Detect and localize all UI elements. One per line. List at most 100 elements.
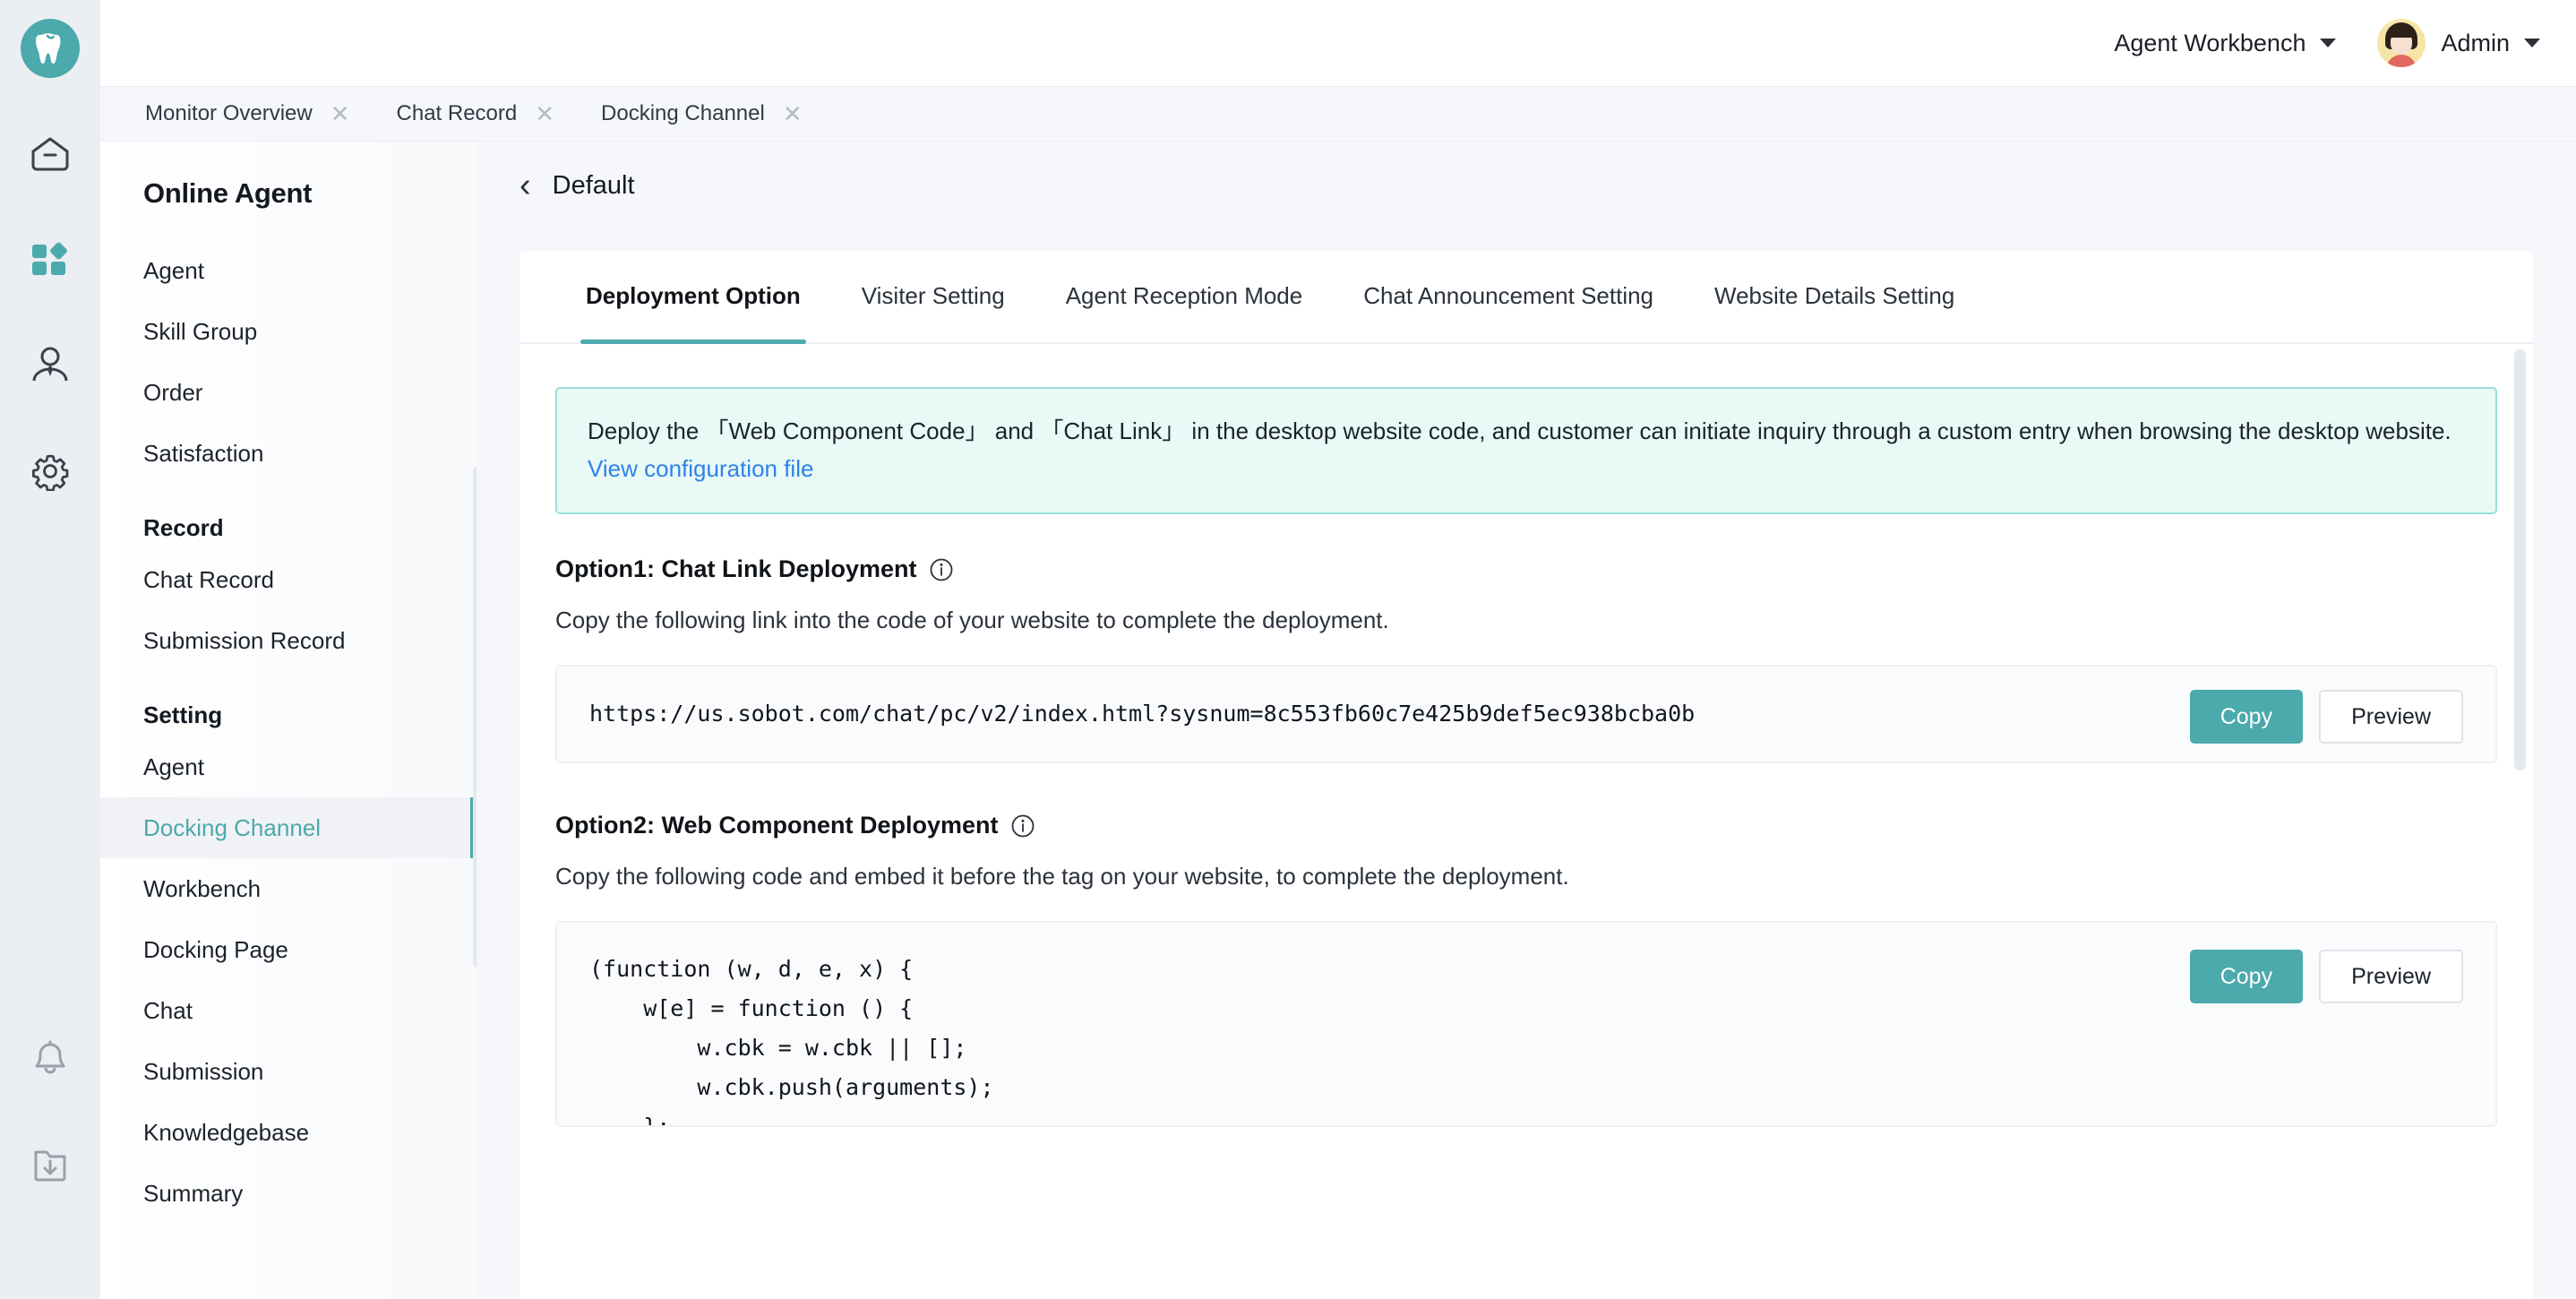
sidebar-item-label: Chat	[143, 997, 193, 1025]
tab-label: Visiter Setting	[862, 282, 1005, 310]
option1-title: Option1: Chat Link Deployment	[555, 555, 2533, 583]
rail-item-downloads[interactable]	[0, 1138, 100, 1193]
rail-item-workbench[interactable]	[0, 232, 100, 288]
avatar[interactable]	[2377, 19, 2426, 67]
tab-agent-reception-mode[interactable]: Agent Reception Mode	[1035, 251, 1334, 342]
info-banner-text: Deploy the 「Web Component Code」 and 「Cha…	[588, 412, 2465, 487]
info-circle-icon[interactable]	[1011, 814, 1035, 838]
sidebar-item-label: Agent	[143, 257, 204, 285]
option1-actions: Copy Preview	[2190, 690, 2463, 744]
window-tab-strip: Monitor Overview ✕ Chat Record ✕ Docking…	[100, 86, 2576, 142]
tab-label: Chat Announcement Setting	[1363, 282, 1653, 310]
avatar-body	[2386, 55, 2417, 67]
sidebar-item-agent[interactable]: Agent	[100, 240, 477, 301]
tooth-icon	[35, 31, 65, 65]
sidebar-item-label: Chat Record	[143, 566, 274, 594]
option2-title-text: Option2: Web Component Deployment	[555, 812, 999, 839]
option2-actions: Copy Preview	[2190, 950, 2463, 1003]
option1-title-text: Option1: Chat Link Deployment	[555, 555, 917, 583]
content-scrollbar[interactable]	[2514, 349, 2526, 770]
window-tab-docking-channel[interactable]: Docking Channel ✕	[578, 86, 826, 142]
sidebar-item-label: Submission Record	[143, 627, 345, 655]
close-icon[interactable]: ✕	[535, 102, 554, 125]
user-menu-label: Admin	[2441, 30, 2510, 57]
view-configuration-file-link[interactable]: View configuration file	[588, 455, 813, 482]
info-banner: Deploy the 「Web Component Code」 and 「Cha…	[555, 387, 2497, 514]
tab-label: Agent Reception Mode	[1066, 282, 1303, 310]
chevron-left-icon[interactable]: ‹	[519, 168, 531, 202]
tab-website-details-setting[interactable]: Website Details Setting	[1684, 251, 1985, 342]
web-component-code-value[interactable]: (function (w, d, e, x) { w[e] = function…	[589, 950, 2463, 1127]
window-tab-label: Monitor Overview	[145, 101, 313, 126]
sidebar-menu: Online Agent Agent Skill Group Order Sat…	[100, 142, 477, 1299]
sidebar-item-order[interactable]: Order	[100, 362, 477, 423]
folder-download-icon	[31, 1147, 69, 1184]
window-tab-monitor-overview[interactable]: Monitor Overview ✕	[122, 86, 374, 142]
content-tab-bar: Deployment Option Visiter Setting Agent …	[519, 251, 2533, 344]
app-window: Agent Workbench Admin Monitor Overview ✕…	[0, 0, 2576, 1299]
option1-code-box: https://us.sobot.com/chat/pc/v2/index.ht…	[555, 665, 2497, 763]
rail-bottom-icons	[0, 1032, 100, 1243]
sidebar-item-chat-record[interactable]: Chat Record	[100, 549, 477, 610]
rail-item-agent[interactable]	[0, 338, 100, 393]
rail-item-home[interactable]	[0, 126, 100, 182]
sidebar-item-label: Docking Channel	[143, 814, 321, 842]
close-icon[interactable]: ✕	[783, 102, 803, 125]
option2-copy-button[interactable]: Copy	[2190, 950, 2303, 1003]
tab-label: Deployment Option	[586, 282, 801, 310]
app-rail	[0, 0, 100, 1299]
main-content: ‹ Default Deployment Option Visiter Sett…	[477, 142, 2576, 1299]
tab-visiter-setting[interactable]: Visiter Setting	[831, 251, 1035, 342]
sidebar-item-docking-page[interactable]: Docking Page	[100, 919, 477, 980]
sidebar-item-label: Workbench	[143, 875, 261, 903]
sidebar-item-label: Knowledgebase	[143, 1119, 309, 1147]
sidebar-item-label: Order	[143, 379, 202, 407]
option1-copy-button[interactable]: Copy	[2190, 690, 2303, 744]
page-title: Default	[553, 171, 635, 201]
option1-subtitle: Copy the following link into the code of…	[555, 606, 2533, 634]
window-tab-chat-record[interactable]: Chat Record ✕	[374, 86, 579, 142]
sidebar-item-summary[interactable]: Summary	[100, 1163, 477, 1224]
sidebar-item-skill-group[interactable]: Skill Group	[100, 301, 477, 362]
rail-item-notifications[interactable]	[0, 1032, 100, 1088]
rail-item-settings[interactable]	[0, 443, 100, 499]
top-header: Agent Workbench Admin	[100, 0, 2576, 86]
rail-primary-icons	[0, 126, 100, 549]
chat-link-value[interactable]: https://us.sobot.com/chat/pc/v2/index.ht…	[589, 694, 1695, 734]
option2-code-box: (function (w, d, e, x) { w[e] = function…	[555, 921, 2497, 1127]
close-icon[interactable]: ✕	[331, 102, 350, 125]
option2-title: Option2: Web Component Deployment	[555, 812, 2533, 839]
sidebar-item-docking-channel[interactable]: Docking Channel	[100, 797, 477, 858]
info-circle-icon[interactable]	[930, 558, 953, 581]
option1-preview-button[interactable]: Preview	[2319, 690, 2463, 744]
agent-user-icon	[30, 347, 70, 384]
workbench-switcher[interactable]: Agent Workbench	[2114, 30, 2336, 57]
user-menu[interactable]: Admin	[2441, 30, 2540, 57]
option2-subtitle: Copy the following code and embed it bef…	[555, 863, 2533, 890]
sidebar-item-submission[interactable]: Submission	[100, 1041, 477, 1102]
tab-chat-announcement-setting[interactable]: Chat Announcement Setting	[1333, 251, 1684, 342]
tab-label: Website Details Setting	[1714, 282, 1954, 310]
chevron-down-icon	[2524, 39, 2540, 47]
sidebar-group-record: Record	[100, 484, 477, 549]
brand-logo[interactable]	[21, 19, 80, 78]
gear-icon	[30, 452, 70, 491]
workbench-switcher-label: Agent Workbench	[2114, 30, 2306, 57]
info-banner-body: Deploy the 「Web Component Code」 and 「Cha…	[588, 417, 2451, 444]
sidebar-item-setting-agent[interactable]: Agent	[100, 736, 477, 797]
sidebar-item-chat[interactable]: Chat	[100, 980, 477, 1041]
sidebar-item-submission-record[interactable]: Submission Record	[100, 610, 477, 671]
window-tab-label: Chat Record	[397, 101, 518, 126]
sidebar-item-label: Skill Group	[143, 318, 257, 346]
window-tab-label: Docking Channel	[601, 101, 765, 126]
sidebar-title: Online Agent	[100, 142, 477, 210]
sidebar-item-workbench[interactable]: Workbench	[100, 858, 477, 919]
tab-deployment-option[interactable]: Deployment Option	[555, 251, 831, 342]
sidebar-item-satisfaction[interactable]: Satisfaction	[100, 423, 477, 484]
bell-icon	[32, 1040, 68, 1080]
option2-preview-button[interactable]: Preview	[2319, 950, 2463, 1003]
sidebar-item-knowledgebase[interactable]: Knowledgebase	[100, 1102, 477, 1163]
chevron-down-icon	[2320, 39, 2336, 47]
sidebar-item-label: Docking Page	[143, 936, 288, 964]
sidebar-item-label: Summary	[143, 1180, 243, 1208]
